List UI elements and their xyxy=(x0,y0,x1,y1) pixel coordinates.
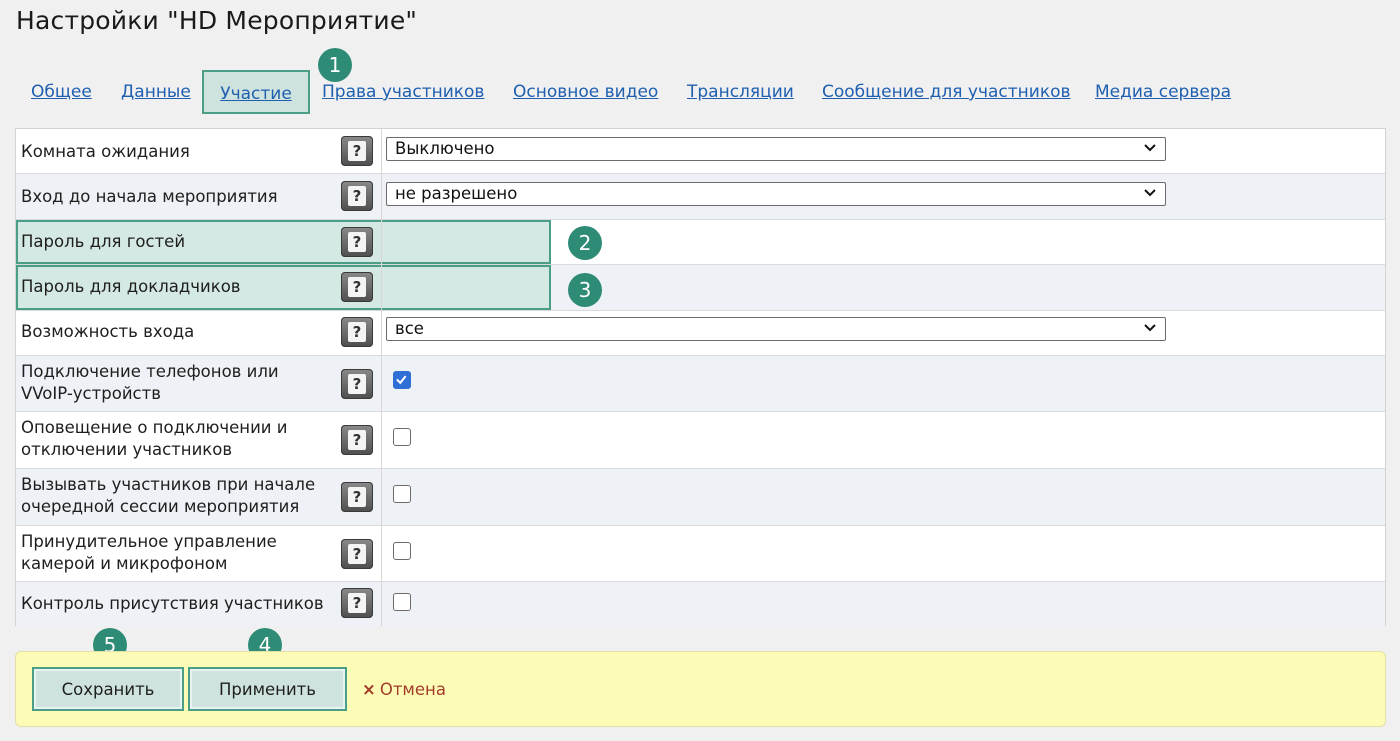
setting-label: Вызывать участников при начале очередной… xyxy=(21,475,316,516)
join-notification-checkbox[interactable] xyxy=(393,428,411,446)
chevron-down-icon xyxy=(1144,189,1156,197)
tab-media-servers[interactable]: Медиа сервера xyxy=(1095,70,1231,114)
question-icon: ? xyxy=(348,186,366,206)
setting-row-waiting-room: Комната ожидания ? Выключено xyxy=(16,129,1385,174)
setting-label: Подключение телефонов или VVoIP-устройст… xyxy=(21,362,279,403)
question-icon: ? xyxy=(348,374,366,394)
question-icon: ? xyxy=(348,277,366,297)
check-icon xyxy=(396,375,407,385)
setting-row-call-on-session: Вызывать участников при начале очередной… xyxy=(16,469,1385,526)
tab-participant-message[interactable]: Сообщение для участников xyxy=(822,70,1071,114)
help-button[interactable]: ? xyxy=(341,227,373,257)
forced-av-control-checkbox[interactable] xyxy=(393,542,411,560)
save-button[interactable]: Сохранить xyxy=(32,667,184,711)
question-icon: ? xyxy=(348,544,366,564)
help-button[interactable]: ? xyxy=(341,369,373,399)
setting-label: Вход до начала мероприятия xyxy=(21,187,278,206)
setting-row-entry-ability: Возможность входа ? все xyxy=(16,311,1385,356)
help-button[interactable]: ? xyxy=(341,181,373,211)
form-actions-bar: Сохранить Применить × Отмена xyxy=(15,651,1386,727)
help-button[interactable]: ? xyxy=(341,317,373,347)
setting-label: Пароль для гостей xyxy=(21,232,186,251)
setting-label: Возможность входа xyxy=(21,322,195,341)
chevron-down-icon xyxy=(1144,324,1156,332)
setting-row-join-notification: Оповещение о подключении и отключении уч… xyxy=(16,412,1385,469)
setting-label: Контроль присутствия участников xyxy=(21,594,324,613)
settings-table: Комната ожидания ? Выключено Вход до нач… xyxy=(15,128,1386,626)
setting-row-presence-control: Контроль присутствия участников ? xyxy=(16,582,1385,626)
early-entry-select[interactable]: не разрешено xyxy=(386,182,1166,206)
step-badge-2: 2 xyxy=(568,226,602,260)
question-icon: ? xyxy=(348,487,366,507)
presence-control-checkbox[interactable] xyxy=(393,593,411,611)
tab-broadcasts[interactable]: Трансляции xyxy=(687,70,794,114)
tab-participation[interactable]: Участие xyxy=(202,70,310,114)
setting-label: Оповещение о подключении и отключении уч… xyxy=(21,418,288,459)
setting-row-guest-password: Пароль для гостей ? xyxy=(16,220,1385,265)
help-button[interactable]: ? xyxy=(341,539,373,569)
question-icon: ? xyxy=(348,593,366,613)
help-button[interactable]: ? xyxy=(341,482,373,512)
setting-row-early-entry: Вход до начала мероприятия ? не разрешен… xyxy=(16,174,1385,220)
call-on-session-checkbox[interactable] xyxy=(393,485,411,503)
question-icon: ? xyxy=(348,141,366,161)
question-icon: ? xyxy=(348,430,366,450)
setting-label: Комната ожидания xyxy=(21,142,190,161)
step-badge-1: 1 xyxy=(318,48,352,82)
waiting-room-select[interactable]: Выключено xyxy=(386,137,1166,161)
step-badge-3: 3 xyxy=(568,273,602,307)
setting-label: Принудительное управление камерой и микр… xyxy=(21,532,277,573)
help-button[interactable]: ? xyxy=(341,136,373,166)
question-icon: ? xyxy=(348,232,366,252)
help-button[interactable]: ? xyxy=(341,272,373,302)
close-icon: × xyxy=(362,680,376,699)
help-button[interactable]: ? xyxy=(341,425,373,455)
cancel-link[interactable]: × Отмена xyxy=(362,680,446,699)
tab-general[interactable]: Общее xyxy=(31,70,92,114)
tab-bar: Общее Данные Участие Права участников Ос… xyxy=(16,70,1386,114)
select-value: все xyxy=(395,319,424,338)
cancel-label: Отмена xyxy=(379,680,446,699)
help-button[interactable]: ? xyxy=(341,588,373,618)
phone-connection-checkbox[interactable] xyxy=(393,371,411,389)
page-title: Настройки "HD Мероприятие" xyxy=(16,6,418,35)
question-icon: ? xyxy=(348,322,366,342)
tab-data[interactable]: Данные xyxy=(121,70,191,114)
tab-main-video[interactable]: Основное видео xyxy=(513,70,658,114)
entry-ability-select[interactable]: все xyxy=(386,317,1166,341)
apply-button[interactable]: Применить xyxy=(188,667,347,711)
setting-row-phone-connection: Подключение телефонов или VVoIP-устройст… xyxy=(16,356,1385,412)
setting-label: Пароль для докладчиков xyxy=(21,277,241,296)
setting-row-forced-av-control: Принудительное управление камерой и микр… xyxy=(16,526,1385,582)
select-value: не разрешено xyxy=(395,184,518,203)
select-value: Выключено xyxy=(395,139,495,158)
chevron-down-icon xyxy=(1144,144,1156,152)
setting-row-speaker-password: Пароль для докладчиков ? xyxy=(16,265,1385,311)
